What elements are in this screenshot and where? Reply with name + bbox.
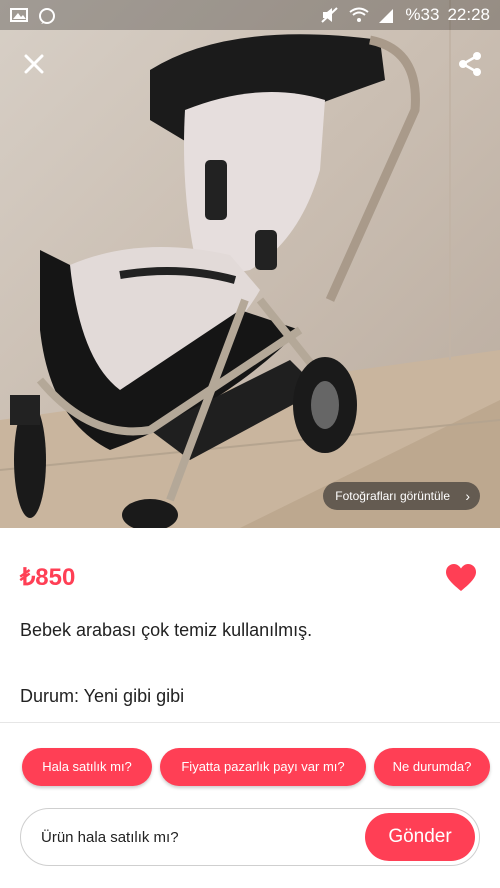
mute-icon [321, 7, 341, 23]
listing-photo[interactable] [0, 0, 500, 528]
share-icon [459, 52, 481, 76]
listing-title: Bebek arabası çok temiz kullanılmış. [20, 620, 313, 640]
whatsapp-icon [38, 7, 58, 24]
favorite-button[interactable] [446, 564, 476, 592]
divider [0, 722, 500, 723]
quick-reply-still-for-sale[interactable]: Hala satılık mı? [22, 748, 152, 786]
send-button[interactable]: Gönder [365, 813, 475, 861]
image-icon [10, 7, 30, 23]
clock: 22:28 [447, 5, 490, 24]
heart-icon [446, 564, 476, 591]
message-input[interactable] [41, 809, 361, 865]
share-button[interactable] [452, 46, 488, 82]
listing-price: ₺850 [20, 564, 76, 591]
message-composer: Gönder [20, 808, 480, 866]
quick-reply-condition[interactable]: Ne durumda? [374, 748, 490, 786]
chevron-right-icon: › [465, 488, 470, 504]
battery-level: %33 [405, 5, 440, 24]
wifi-icon [349, 7, 370, 23]
close-icon [24, 54, 44, 74]
signal-icon [377, 7, 397, 23]
stroller-photo [0, 0, 500, 528]
quick-replies: Hala satılık mı? Fiyatta pazarlık payı v… [0, 748, 500, 786]
listing-condition: Durum: Yeni gibi gibi [20, 686, 185, 706]
quick-reply-negotiable[interactable]: Fiyatta pazarlık payı var mı? [160, 748, 366, 786]
view-photos-button[interactable]: Fotoğrafları görüntüle › [323, 482, 480, 510]
close-button[interactable] [16, 46, 52, 82]
view-photos-label: Fotoğrafları görüntüle [335, 489, 450, 503]
status-bar: %33 22:28 [0, 0, 500, 30]
